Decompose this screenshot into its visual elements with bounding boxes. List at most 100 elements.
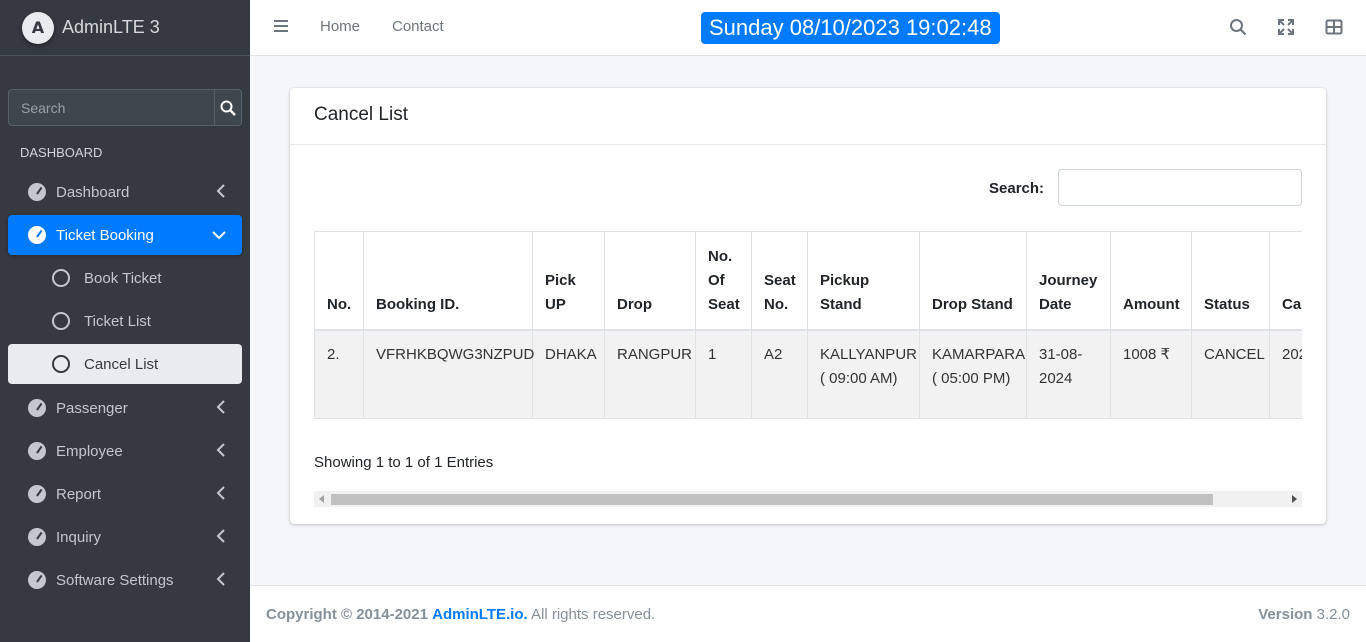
column-header[interactable]: No.	[314, 231, 364, 331]
tachometer-icon	[28, 485, 46, 503]
column-header[interactable]: Pick UP	[532, 231, 605, 331]
sidebar-item-label: Report	[56, 485, 102, 503]
column-header[interactable]: Booking ID.	[363, 231, 533, 331]
column-header[interactable]: Journey Date	[1026, 231, 1111, 331]
chevron-left-icon	[216, 184, 225, 198]
chevron-left-icon	[216, 486, 225, 500]
table-cell: 2.	[314, 329, 364, 419]
sidebar-item-employee[interactable]: Employee	[8, 431, 242, 471]
column-header[interactable]: Drop Stand	[919, 231, 1027, 331]
version-number: 3.2.0	[1316, 606, 1350, 623]
scrollbar-thumb[interactable]	[331, 494, 1213, 505]
tachometer-icon	[28, 528, 46, 546]
table-cell: 1008 ₹	[1110, 329, 1192, 419]
table-cell: RANGPUR	[604, 329, 696, 419]
table-cell: 1	[695, 329, 752, 419]
circle-icon	[52, 355, 70, 373]
main-footer: Copyright © 2014-2021 AdminLTE.io. All r…	[250, 585, 1366, 642]
copyright-prefix: Copyright © 2014-2021	[266, 606, 428, 623]
nav-link-home[interactable]: Home	[320, 18, 360, 35]
fullscreen-icon[interactable]	[1277, 18, 1295, 36]
column-header[interactable]: Drop	[604, 231, 696, 331]
sidebar-item-label: Software Settings	[56, 571, 174, 589]
chevron-down-icon	[212, 231, 226, 240]
chevron-left-icon	[216, 400, 225, 414]
tachometer-icon	[28, 571, 46, 589]
sidebar-item-label: Employee	[56, 442, 123, 460]
version-info: Version 3.2.0	[1258, 606, 1350, 623]
cancel-table: No. Booking ID. Pick UP Drop No. Of Seat…	[314, 231, 1302, 419]
sidebar-item-label: Inquiry	[56, 528, 102, 546]
horizontal-scrollbar[interactable]	[314, 491, 1302, 507]
clock-display: Sunday 08/10/2023 19:02:48	[701, 12, 1000, 44]
column-header[interactable]: No. Of Seat	[695, 231, 752, 331]
column-header[interactable]: Amount	[1110, 231, 1192, 331]
table-search-label: Search:	[989, 180, 1045, 197]
sidebar-item-dashboard[interactable]: Dashboard	[8, 172, 242, 212]
sidebar-item-software-settings[interactable]: Software Settings	[8, 560, 242, 600]
top-navbar: Home Contact Sunday 08/10/2023 19:02:48	[250, 0, 1366, 56]
cancel-list-card: Cancel List Search: No. Booking ID. Pick…	[290, 88, 1326, 524]
tachometer-icon	[28, 399, 46, 417]
search-icon[interactable]	[1229, 18, 1247, 36]
brand-logo-letter: A	[31, 18, 45, 37]
brand-link[interactable]: A AdminLTE 3	[0, 0, 250, 56]
sidebar-item-label: Book Ticket	[84, 269, 162, 287]
tachometer-icon	[28, 183, 46, 201]
nav-link-contact[interactable]: Contact	[392, 18, 444, 35]
sidebar-search-button[interactable]	[214, 89, 242, 126]
table-cell: KAMARPARA ( 05:00 PM)	[919, 329, 1027, 419]
card-title: Cancel List	[290, 88, 1326, 145]
nav-header: DASHBOARD	[20, 145, 103, 160]
circle-icon	[52, 269, 70, 287]
table-cell: KALLYANPUR ( 09:00 AM)	[807, 329, 920, 419]
table-info: Showing 1 to 1 of 1 Entries	[314, 454, 494, 471]
table-cell: 2023 04:	[1269, 329, 1302, 419]
chevron-left-icon	[216, 529, 225, 543]
scroll-left-icon[interactable]	[319, 495, 324, 503]
table-cell: CANCEL	[1191, 329, 1270, 419]
circle-icon	[52, 312, 70, 330]
table-cell: 31-08-2024	[1026, 329, 1111, 419]
tachometer-icon	[28, 226, 46, 244]
sidebar-item-label: Passenger	[56, 399, 128, 417]
sidebar-item-label: Ticket Booking	[56, 226, 154, 244]
copyright-suffix: All rights reserved.	[531, 606, 656, 623]
chevron-left-icon	[216, 443, 225, 457]
search-icon	[220, 100, 236, 116]
sidebar-item-ticket-booking[interactable]: Ticket Booking	[8, 215, 242, 255]
sidebar-item-label: Cancel List	[84, 355, 159, 373]
table-row: 2. VFRHKBQWG3NZPUD DHAKA RANGPUR 1 A2 KA…	[314, 329, 1302, 419]
column-header[interactable]: Cancel Date	[1269, 231, 1302, 331]
scroll-right-icon[interactable]	[1292, 495, 1297, 503]
table-container: No. Booking ID. Pick UP Drop No. Of Seat…	[314, 231, 1302, 419]
sidebar-item-book-ticket[interactable]: Book Ticket	[8, 258, 242, 298]
sidebar-item-ticket-list[interactable]: Ticket List	[8, 301, 242, 341]
grid-icon[interactable]	[1325, 18, 1343, 36]
sidebar-item-label: Ticket List	[84, 312, 151, 330]
sidebar-search-input[interactable]	[8, 89, 214, 126]
table-header-row: No. Booking ID. Pick UP Drop No. Of Seat…	[314, 231, 1302, 331]
sidebar-search	[8, 89, 242, 126]
column-header[interactable]: Status	[1191, 231, 1270, 331]
column-header[interactable]: Seat No.	[751, 231, 808, 331]
main-sidebar: A AdminLTE 3 DASHBOARD Dashboard Ticket …	[0, 0, 250, 642]
brand-text: AdminLTE 3	[62, 17, 160, 37]
table-search-input[interactable]	[1058, 169, 1302, 206]
sidebar-item-inquiry[interactable]: Inquiry	[8, 517, 242, 557]
column-header[interactable]: Pickup Stand	[807, 231, 920, 331]
table-cell: A2	[751, 329, 808, 419]
sidebar-item-report[interactable]: Report	[8, 474, 242, 514]
adminlte-link[interactable]: AdminLTE.io.	[432, 606, 528, 623]
chevron-left-icon	[216, 572, 225, 586]
table-cell: VFRHKBQWG3NZPUD	[363, 329, 534, 419]
sidebar-item-label: Dashboard	[56, 183, 130, 201]
table-cell: DHAKA	[532, 329, 605, 419]
sidebar-item-cancel-list[interactable]: Cancel List	[8, 344, 242, 384]
menu-toggle-icon[interactable]	[274, 20, 288, 35]
sidebar-item-passenger[interactable]: Passenger	[8, 388, 242, 428]
tachometer-icon	[28, 442, 46, 460]
copyright: Copyright © 2014-2021 AdminLTE.io. All r…	[266, 606, 655, 623]
version-label: Version	[1258, 606, 1313, 623]
brand-logo: A	[22, 11, 54, 44]
